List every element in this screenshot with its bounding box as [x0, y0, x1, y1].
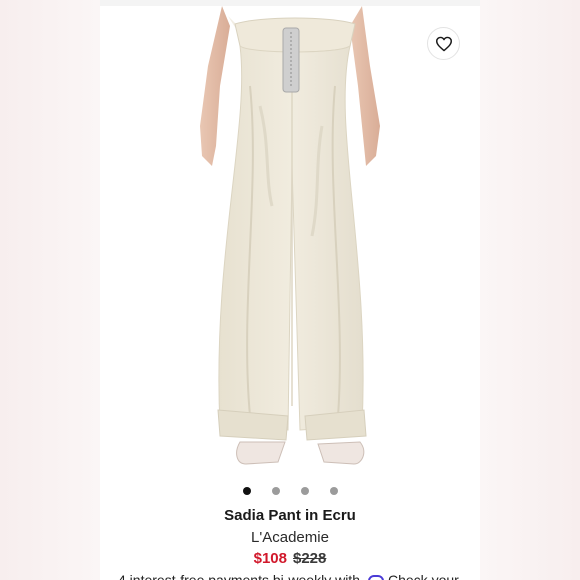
- price-row: $108 $228: [100, 550, 480, 567]
- sale-price: $108: [253, 550, 287, 567]
- product-title: Sadia Pant in Ecru: [224, 507, 356, 524]
- installments-text: 4 interest-free payments bi-weekly with: [118, 572, 360, 580]
- pay-provider-logo: [368, 575, 384, 580]
- product-card: Sadia Pant in Ecru L'Academie $108 $228 4…: [100, 0, 480, 580]
- gallery-dot-3[interactable]: [300, 487, 309, 495]
- gallery-dot-2[interactable]: [271, 487, 280, 495]
- gallery-dot-4[interactable]: [329, 487, 338, 495]
- background-blur-left: [0, 0, 100, 580]
- installments-link[interactable]: Check your: [388, 572, 459, 580]
- original-price: $228: [293, 550, 327, 567]
- background-blur-right: [480, 0, 580, 580]
- gallery-pagination: [100, 486, 480, 496]
- heart-icon: [435, 36, 452, 51]
- gallery-dot-1[interactable]: [242, 487, 251, 495]
- product-image[interactable]: [100, 6, 480, 476]
- product-brand[interactable]: L'Academie: [100, 529, 480, 546]
- installments-message: 4 interest-free payments bi-weekly with C…: [118, 572, 478, 580]
- wishlist-button[interactable]: [427, 27, 460, 60]
